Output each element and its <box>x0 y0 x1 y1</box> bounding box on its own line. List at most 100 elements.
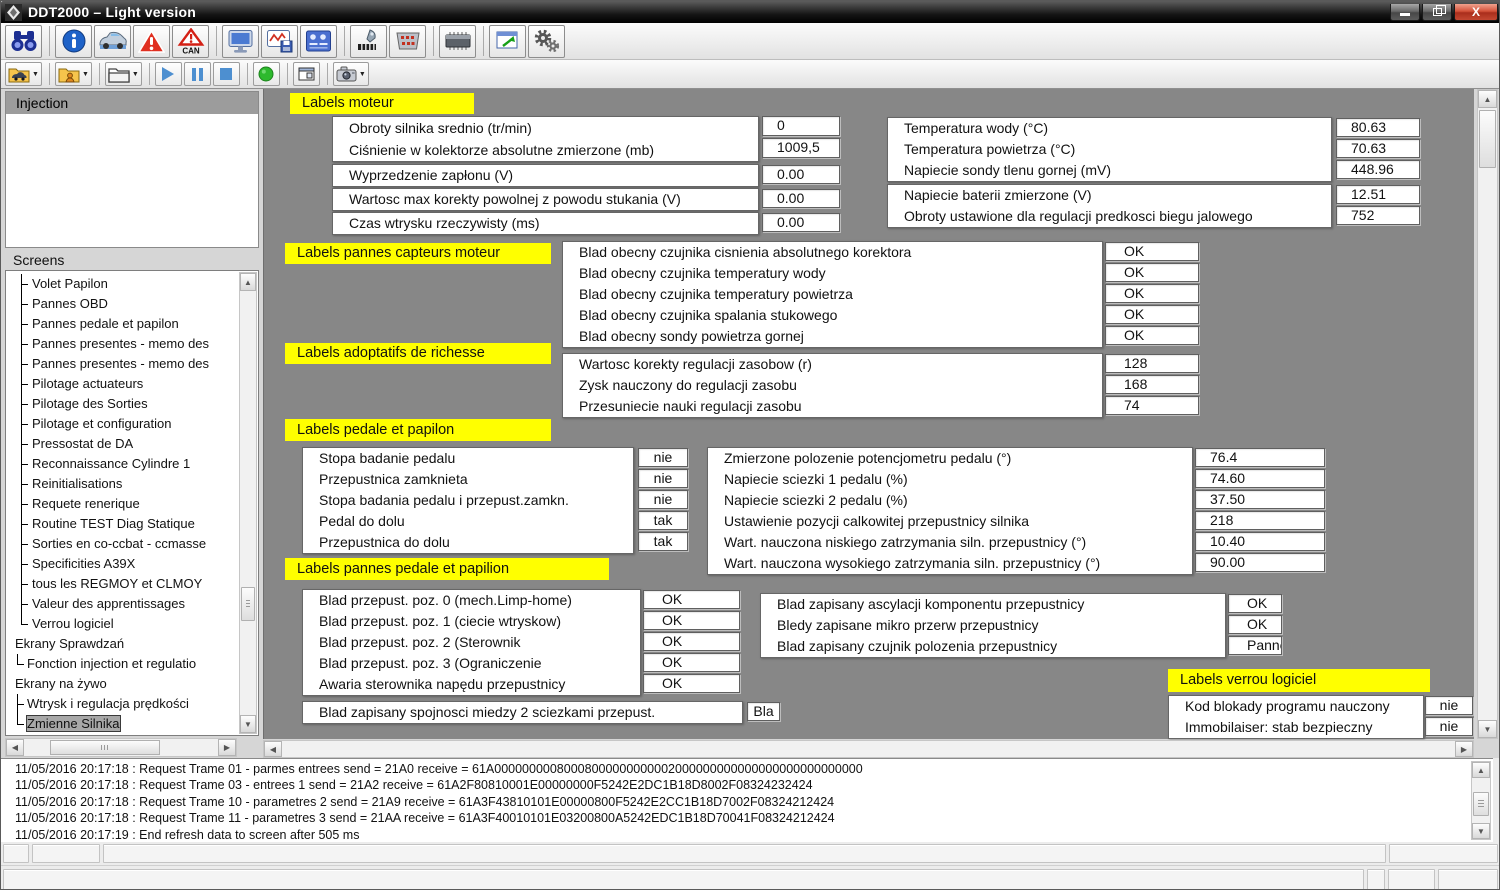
screen-item[interactable]: Pilotage des Sorties <box>8 394 238 414</box>
field-label: Przepustnica zamknieta <box>303 469 633 490</box>
play-button[interactable] <box>155 62 182 86</box>
moteur-group-values: 01009,5 <box>762 116 840 160</box>
scroll-thumb[interactable] <box>1473 792 1489 816</box>
toolbar-separator <box>287 63 288 85</box>
record-button[interactable] <box>253 62 280 86</box>
screen-item[interactable]: Routine TEST Diag Statique <box>8 514 238 534</box>
field-label: Blad obecny czujnika spalania stukowego <box>563 305 1102 326</box>
module-item-injection[interactable]: Injection <box>6 92 258 114</box>
screen-item[interactable]: Pressostat de DA <box>8 434 238 454</box>
screen-item[interactable]: Reconnaissance Cylindre 1 <box>8 454 238 474</box>
screen-item[interactable]: Valeur des apprentissages <box>8 594 238 614</box>
ecu-connector-button[interactable] <box>389 25 426 58</box>
minimize-button[interactable] <box>1390 4 1420 21</box>
screen-item[interactable]: Ekrany Sprawdzań <box>8 634 238 654</box>
pause-button[interactable] <box>184 62 211 86</box>
restore-button[interactable] <box>1422 4 1452 21</box>
pannes-pedale-left-values: OKOKOKOKOK <box>643 590 740 695</box>
scroll-up-button[interactable]: ▲ <box>1478 90 1497 108</box>
status-cell <box>1388 869 1435 890</box>
monitor-icon <box>227 29 254 54</box>
scroll-right-button[interactable]: ▶ <box>218 739 236 756</box>
log-scrollbar-vertical[interactable]: ▲ ▼ <box>1471 761 1491 840</box>
scroll-down-button[interactable]: ▼ <box>1472 823 1490 839</box>
field-label: Blad obecny czujnika temperatury wody <box>563 263 1102 284</box>
dropdown-arrow-icon[interactable]: ▼ <box>82 71 89 78</box>
screens-scrollbar-vertical[interactable]: ▲ ▼ <box>239 272 257 734</box>
stop-icon <box>219 67 233 81</box>
scroll-right-button[interactable]: ▶ <box>1455 741 1473 757</box>
sensor-measure-button[interactable] <box>350 25 387 58</box>
scroll-thumb[interactable] <box>241 587 255 621</box>
scroll-down-button[interactable]: ▼ <box>1478 720 1497 738</box>
scroll-left-button[interactable]: ◀ <box>6 739 24 756</box>
open-vehicle-folder-button[interactable]: ▼ <box>5 62 42 86</box>
field-label: Napiecie baterii zmierzone (V) <box>888 185 1331 206</box>
screen-item[interactable]: tous les REGMOY et CLMOY <box>8 574 238 594</box>
screen-item[interactable]: Sorties en co-ccbat - ccmasse <box>8 534 238 554</box>
scroll-thumb[interactable] <box>50 740 160 755</box>
screen-item[interactable]: Fonction injection et regulatio <box>8 654 238 674</box>
screen-item[interactable]: Volet Papilon <box>8 274 238 294</box>
panel-scrollbar-horizontal[interactable]: ◀ ▶ <box>263 740 1474 758</box>
screen-item[interactable]: Verrou logiciel <box>8 614 238 634</box>
adaptatifs-group-values: 12816874 <box>1105 354 1199 417</box>
binoculars-search-button[interactable] <box>5 25 42 58</box>
memory-chip-button[interactable] <box>439 25 476 58</box>
settings-gears-button[interactable] <box>528 25 565 58</box>
scroll-left-button[interactable]: ◀ <box>264 741 282 757</box>
screen-item[interactable]: Zmienne Silnika <box>8 714 238 733</box>
screen-item[interactable]: Pannes pedale et papilon <box>8 314 238 334</box>
svg-text:CAN: CAN <box>182 46 200 55</box>
log-lines: 11/05/2016 20:17:18 : Request Trame 01 -… <box>15 761 1463 841</box>
close-button[interactable]: X <box>1454 4 1498 21</box>
thumb-grip <box>1478 800 1484 808</box>
open-folder-button[interactable]: ▼ <box>105 62 142 86</box>
field-label: Ciśnienie w kolektorze absolutne zmierzo… <box>333 139 758 161</box>
monitor-button[interactable] <box>222 25 259 58</box>
scroll-up-button[interactable]: ▲ <box>240 273 256 291</box>
screen-item[interactable]: Reinitialisations <box>8 474 238 494</box>
screen-item[interactable]: Pilotage et configuration <box>8 414 238 434</box>
section-label-pannes-capteurs: Labels pannes capteurs moteur <box>285 243 551 264</box>
screen-item[interactable]: Pilotage actuateurs <box>8 374 238 394</box>
scroll-thumb[interactable] <box>1479 110 1496 168</box>
dropdown-arrow-icon[interactable]: ▼ <box>132 71 139 78</box>
binoculars-icon <box>10 29 38 53</box>
info-button[interactable] <box>55 25 92 58</box>
title-bar: DDT2000 – Light version X <box>1 1 1500 23</box>
screenshot-camera-button[interactable]: ▼ <box>333 62 369 86</box>
screen-item[interactable]: Pannes presentes - memo des <box>8 334 238 354</box>
screen-item[interactable]: Pannes presentes - memo des <box>8 354 238 374</box>
panel-scrollbar-vertical[interactable]: ▲ ▼ <box>1477 89 1498 739</box>
dropdown-arrow-icon[interactable]: ▼ <box>359 71 366 78</box>
scroll-down-button[interactable]: ▼ <box>240 715 256 733</box>
control-panel-button[interactable] <box>300 25 337 58</box>
fault-warning-button[interactable] <box>133 25 170 58</box>
monitor-record-button[interactable] <box>261 25 298 58</box>
export-window-button[interactable] <box>489 25 526 58</box>
toolbar-separator <box>433 26 434 56</box>
dropdown-arrow-icon[interactable]: ▼ <box>32 71 39 78</box>
screen-item[interactable]: Requete renerique <box>8 494 238 514</box>
field-label: Ustawienie pozycji calkowitej przepustni… <box>708 511 1192 532</box>
field-label: Napiecie sondy tlenu gornej (mV) <box>888 160 1331 181</box>
scroll-up-button[interactable]: ▲ <box>1472 762 1490 778</box>
app-logo-icon <box>5 4 22 21</box>
field-value: OK <box>643 611 740 630</box>
vehicle-button[interactable] <box>94 25 131 58</box>
new-window-button[interactable] <box>293 62 320 86</box>
screen-item[interactable]: Pannes OBD <box>8 294 238 314</box>
screen-item[interactable]: Wtrysk i regulacja prędkości <box>8 694 238 714</box>
screen-item[interactable]: Ekrany na żywo <box>8 674 238 694</box>
field-label: Temperatura powietrza (°C) <box>888 139 1331 160</box>
screen-item[interactable]: Specificities A39X <box>8 554 238 574</box>
field-value: nie <box>638 448 688 467</box>
field-label: Blad przepust. poz. 2 (Sterownik <box>303 632 640 653</box>
open-user-folder-button[interactable]: ▼ <box>55 62 92 86</box>
screens-scrollbar-horizontal[interactable]: ◀ ▶ <box>5 738 237 757</box>
field-label: Blad zapisany czujnik polozenia przepust… <box>761 636 1225 657</box>
can-fault-warning-button[interactable]: CAN <box>172 25 209 58</box>
moteur-row-values: 0.00 <box>762 189 840 210</box>
stop-button[interactable] <box>213 62 240 86</box>
